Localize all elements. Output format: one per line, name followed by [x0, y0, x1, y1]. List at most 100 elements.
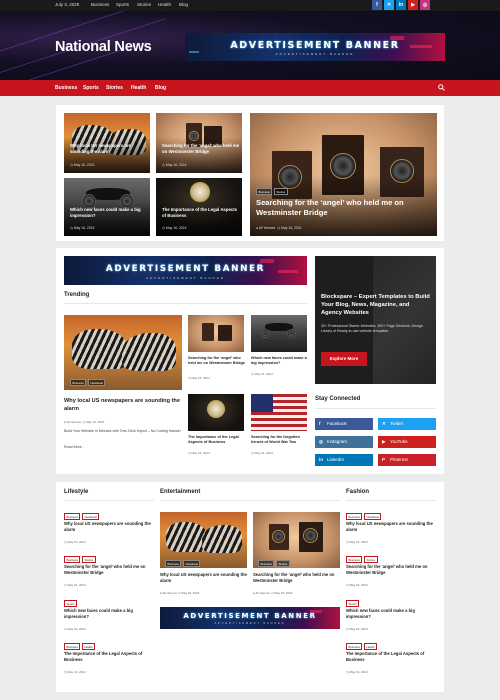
- date-text: May 16, 2024: [67, 627, 86, 631]
- featured-card-title[interactable]: Searching for the ‘angel’ who held me on…: [162, 143, 240, 155]
- category-badge[interactable]: Health: [364, 643, 378, 650]
- category-badge[interactable]: Business: [346, 643, 363, 650]
- trending-card-image[interactable]: [251, 394, 307, 431]
- fashion-item-title[interactable]: Which new faces could make a big impress…: [346, 608, 438, 620]
- entertainment-ad-banner[interactable]: ADVERTISEMENT BANNER ADVERTISEMENT BANNE…: [160, 607, 340, 629]
- lifestyle-item-date: ◷ May 16, 2024: [64, 670, 86, 674]
- trending-card-title[interactable]: Which new faces could make a big impress…: [251, 356, 309, 367]
- trending-card-image[interactable]: [188, 394, 244, 431]
- category-badge[interactable]: Newsbeat: [183, 560, 201, 567]
- linkedin-button[interactable]: in LinkedIn: [315, 454, 373, 466]
- author-name[interactable]: AF themes: [66, 420, 81, 424]
- facebook-icon[interactable]: f: [372, 0, 382, 10]
- featured-card-title[interactable]: Which new faces could make a big impress…: [70, 207, 148, 219]
- top-link-business[interactable]: Business: [91, 2, 109, 7]
- featured-card[interactable]: Searching for the ‘angel’ who held me on…: [156, 113, 242, 173]
- category-badge[interactable]: Stories: [276, 560, 290, 567]
- featured-card[interactable]: Why local US newspapers are sounding the…: [64, 113, 150, 173]
- lifestyle-item-title[interactable]: The Importance of the Legal Aspects of B…: [64, 651, 156, 663]
- lifestyle-item-title[interactable]: Why local US newspapers are sounding the…: [64, 521, 156, 533]
- youtube-button[interactable]: ▶ YouTube: [378, 436, 436, 448]
- fashion-item-title[interactable]: Why local US newspapers are sounding the…: [346, 521, 438, 533]
- nav-item-blog[interactable]: Blog: [155, 85, 166, 91]
- featured-section: Why local US newspapers are sounding the…: [56, 105, 444, 241]
- linkedin-icon[interactable]: in: [396, 0, 406, 10]
- category-badge[interactable]: Stories: [82, 556, 96, 563]
- nav-item-sports[interactable]: Sports: [83, 85, 99, 91]
- trending-card-image[interactable]: [188, 315, 244, 352]
- entertainment-card-title[interactable]: Why local US newspapers are sounding the…: [160, 572, 247, 584]
- category-badge[interactable]: Newsbeat: [88, 379, 106, 386]
- date-text: May 16, 2024: [254, 451, 273, 455]
- category-badge[interactable]: Sports: [64, 600, 78, 607]
- trending-main-image[interactable]: Business Newsbeat: [64, 315, 182, 390]
- top-link-health[interactable]: Health: [158, 2, 171, 7]
- category-badge[interactable]: Business: [346, 513, 363, 520]
- top-link-sports[interactable]: Sports: [116, 2, 129, 7]
- fashion-item-title[interactable]: The Importance of the Legal Aspects of B…: [346, 651, 438, 663]
- top-link-blog[interactable]: Blog: [179, 2, 188, 7]
- trending-card-title[interactable]: Searching for the forgotten heroes of Wo…: [251, 435, 309, 446]
- nav-item-business[interactable]: Business: [55, 85, 77, 91]
- lifestyle-item-title[interactable]: Which new faces could make a big impress…: [64, 608, 156, 620]
- category-badge[interactable]: Sports: [346, 600, 360, 607]
- search-icon[interactable]: [438, 84, 445, 91]
- category-badge[interactable]: Business: [165, 560, 182, 567]
- lifestyle-item-title[interactable]: Searching for the ‘angel’ who held me on…: [64, 564, 156, 576]
- category-badge[interactable]: Newsbeat: [364, 513, 382, 520]
- featured-card-title[interactable]: Why local US newspapers are sounding the…: [70, 143, 148, 155]
- trending-main-title[interactable]: Why local US newspapers are sounding the…: [64, 398, 182, 414]
- ad-banner-subtitle: ADVERTISEMENT BANNER: [214, 622, 286, 625]
- entertainment-card-title[interactable]: Searching for the ‘angel’ who held me on…: [253, 572, 340, 584]
- category-badge[interactable]: Business: [64, 556, 81, 563]
- trending-card-title[interactable]: Searching for the ‘angel’ who held me on…: [188, 356, 246, 367]
- category-badge[interactable]: Business: [346, 556, 363, 563]
- site-title[interactable]: National News: [55, 39, 152, 55]
- lifestyle-item-date: ◷ May 16, 2024: [64, 627, 86, 631]
- pinterest-button[interactable]: P Pinterest: [378, 454, 436, 466]
- date-text: May 16, 2024: [191, 376, 210, 380]
- entertainment-card-image[interactable]: Business Stories: [253, 512, 340, 568]
- author-name[interactable]: AF themes: [162, 591, 177, 595]
- trending-ad-banner[interactable]: ADVERTISEMENT BANNER ADVERTISEMENT BANNE…: [64, 256, 307, 285]
- twitter-button[interactable]: ✕ Twitter: [378, 418, 436, 430]
- category-badge[interactable]: Business: [64, 643, 81, 650]
- date-text: May 16, 2024: [191, 451, 210, 455]
- instagram-button[interactable]: ◎ Instagram: [315, 436, 373, 448]
- category-badge[interactable]: Stories: [274, 188, 288, 195]
- twitter-icon[interactable]: ✕: [384, 0, 394, 10]
- author-name[interactable]: AF themes: [255, 591, 270, 595]
- category-badge[interactable]: Business: [70, 379, 87, 386]
- author-name[interactable]: AF themes: [259, 226, 275, 230]
- lifestyle-heading: Lifestyle: [64, 489, 89, 495]
- trending-heading: Trending: [64, 292, 90, 298]
- category-badge[interactable]: Health: [82, 643, 96, 650]
- header-ad-banner[interactable]: ADVERTISEMENT BANNER ADVERTISEMENT BANNE…: [185, 33, 445, 61]
- explore-more-button[interactable]: Explore More: [321, 352, 367, 366]
- trending-card-title[interactable]: The Importance of the Legal Aspects of B…: [188, 435, 246, 446]
- category-badge[interactable]: Stories: [364, 556, 378, 563]
- category-badge[interactable]: Business: [258, 560, 275, 567]
- featured-main-title[interactable]: Searching for the ‘angel’ who held me on…: [256, 198, 432, 219]
- trending-card-date: ◷ May 16, 2024: [251, 372, 273, 376]
- featured-card-title[interactable]: The Importance of the Legal Aspects of B…: [162, 207, 240, 219]
- featured-main-card[interactable]: Business Stories Searching for the ‘ange…: [250, 113, 437, 236]
- fashion-item-title[interactable]: Searching for the ‘angel’ who held me on…: [346, 564, 438, 576]
- read-more-link[interactable]: Read More..: [64, 445, 84, 449]
- date-text: May 16, 2024: [73, 226, 95, 230]
- category-badge[interactable]: Business: [256, 188, 273, 195]
- trending-main-meta: ● AF themes ◷ May 16, 2024: [64, 420, 104, 424]
- instagram-icon[interactable]: ◎: [420, 0, 430, 10]
- button-label: Pinterest: [390, 457, 408, 462]
- featured-card[interactable]: Which new faces could make a big impress…: [64, 178, 150, 236]
- trending-card-image[interactable]: [251, 315, 307, 352]
- top-link-stories[interactable]: Stories: [137, 2, 151, 7]
- youtube-icon[interactable]: ▶: [408, 0, 418, 10]
- facebook-button[interactable]: f Facebook: [315, 418, 373, 430]
- nav-item-stories[interactable]: Stories: [106, 85, 123, 91]
- featured-card[interactable]: The Importance of the Legal Aspects of B…: [156, 178, 242, 236]
- nav-item-health[interactable]: Health: [131, 85, 146, 91]
- category-badge[interactable]: Business: [64, 513, 81, 520]
- category-badge[interactable]: Newsbeat: [82, 513, 100, 520]
- entertainment-card-image[interactable]: Business Newsbeat: [160, 512, 247, 568]
